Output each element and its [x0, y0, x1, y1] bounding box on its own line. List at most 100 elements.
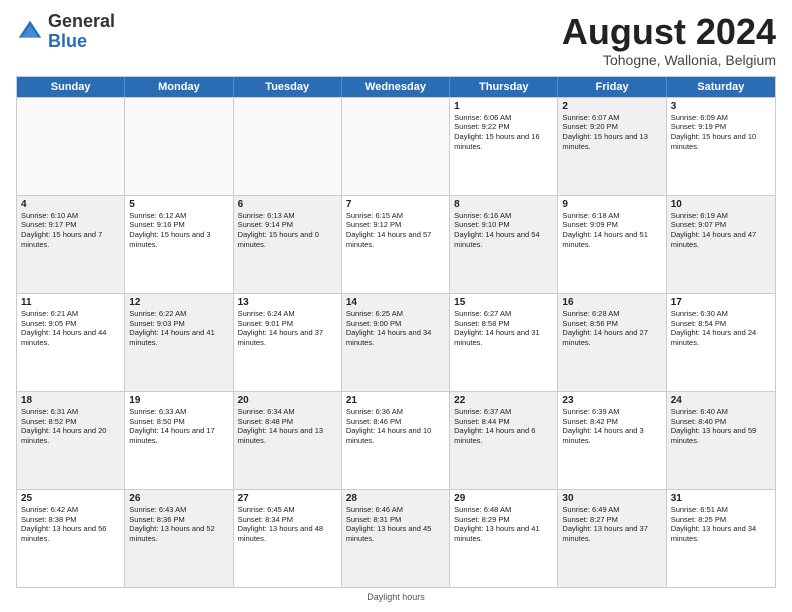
sunrise: Sunrise: 6:37 AM — [454, 407, 553, 417]
cal-cell: 31 Sunrise: 6:51 AM Sunset: 8:25 PM Dayl… — [667, 490, 775, 587]
daylight: Daylight: 14 hours and 54 minutes. — [454, 230, 553, 250]
cal-cell: 27 Sunrise: 6:45 AM Sunset: 8:34 PM Dayl… — [234, 490, 342, 587]
cal-cell: 20 Sunrise: 6:34 AM Sunset: 8:48 PM Dayl… — [234, 392, 342, 489]
sunrise: Sunrise: 6:09 AM — [671, 113, 771, 123]
sunset: Sunset: 9:14 PM — [238, 220, 337, 230]
daylight: Daylight: 13 hours and 48 minutes. — [238, 524, 337, 544]
sunrise: Sunrise: 6:42 AM — [21, 505, 120, 515]
day-header-sunday: Sunday — [17, 77, 125, 97]
day-number: 27 — [238, 493, 337, 504]
sunrise: Sunrise: 6:19 AM — [671, 211, 771, 221]
day-number: 22 — [454, 395, 553, 406]
daylight: Daylight: 15 hours and 16 minutes. — [454, 132, 553, 152]
day-number: 1 — [454, 101, 553, 112]
cal-cell: 11 Sunrise: 6:21 AM Sunset: 9:05 PM Dayl… — [17, 294, 125, 391]
sunset: Sunset: 9:05 PM — [21, 319, 120, 329]
cal-cell: 16 Sunrise: 6:28 AM Sunset: 8:56 PM Dayl… — [558, 294, 666, 391]
sunrise: Sunrise: 6:06 AM — [454, 113, 553, 123]
cal-cell: 10 Sunrise: 6:19 AM Sunset: 9:07 PM Dayl… — [667, 196, 775, 293]
cal-cell: 3 Sunrise: 6:09 AM Sunset: 9:19 PM Dayli… — [667, 98, 775, 195]
day-number: 19 — [129, 395, 228, 406]
daylight: Daylight: 14 hours and 47 minutes. — [671, 230, 771, 250]
daylight: Daylight: 14 hours and 31 minutes. — [454, 328, 553, 348]
day-number: 20 — [238, 395, 337, 406]
sunrise: Sunrise: 6:21 AM — [21, 309, 120, 319]
day-number: 9 — [562, 199, 661, 210]
day-number: 10 — [671, 199, 771, 210]
cal-cell: 28 Sunrise: 6:46 AM Sunset: 8:31 PM Dayl… — [342, 490, 450, 587]
cal-cell: 26 Sunrise: 6:43 AM Sunset: 8:36 PM Dayl… — [125, 490, 233, 587]
cal-row: 11 Sunrise: 6:21 AM Sunset: 9:05 PM Dayl… — [17, 293, 775, 391]
daylight: Daylight: 15 hours and 13 minutes. — [562, 132, 661, 152]
daylight: Daylight: 13 hours and 41 minutes. — [454, 524, 553, 544]
sunset: Sunset: 9:12 PM — [346, 220, 445, 230]
sunrise: Sunrise: 6:51 AM — [671, 505, 771, 515]
daylight: Daylight: 14 hours and 34 minutes. — [346, 328, 445, 348]
daylight: Daylight: 13 hours and 45 minutes. — [346, 524, 445, 544]
calendar: SundayMondayTuesdayWednesdayThursdayFrid… — [16, 76, 776, 588]
sunrise: Sunrise: 6:25 AM — [346, 309, 445, 319]
sunset: Sunset: 8:54 PM — [671, 319, 771, 329]
sunset: Sunset: 9:01 PM — [238, 319, 337, 329]
daylight: Daylight: 15 hours and 10 minutes. — [671, 132, 771, 152]
day-number: 18 — [21, 395, 120, 406]
cal-cell: 29 Sunrise: 6:48 AM Sunset: 8:29 PM Dayl… — [450, 490, 558, 587]
cal-cell: 7 Sunrise: 6:15 AM Sunset: 9:12 PM Dayli… — [342, 196, 450, 293]
sunrise: Sunrise: 6:15 AM — [346, 211, 445, 221]
day-number: 28 — [346, 493, 445, 504]
sunrise: Sunrise: 6:43 AM — [129, 505, 228, 515]
day-number: 14 — [346, 297, 445, 308]
sunrise: Sunrise: 6:36 AM — [346, 407, 445, 417]
cal-cell: 24 Sunrise: 6:40 AM Sunset: 8:40 PM Dayl… — [667, 392, 775, 489]
cal-cell — [125, 98, 233, 195]
sunrise: Sunrise: 6:39 AM — [562, 407, 661, 417]
day-number: 17 — [671, 297, 771, 308]
day-number: 24 — [671, 395, 771, 406]
day-number: 15 — [454, 297, 553, 308]
day-number: 16 — [562, 297, 661, 308]
day-number: 31 — [671, 493, 771, 504]
sunset: Sunset: 8:25 PM — [671, 515, 771, 525]
cal-cell: 13 Sunrise: 6:24 AM Sunset: 9:01 PM Dayl… — [234, 294, 342, 391]
daylight: Daylight: 14 hours and 57 minutes. — [346, 230, 445, 250]
day-number: 7 — [346, 199, 445, 210]
cal-cell: 19 Sunrise: 6:33 AM Sunset: 8:50 PM Dayl… — [125, 392, 233, 489]
cal-cell: 23 Sunrise: 6:39 AM Sunset: 8:42 PM Dayl… — [558, 392, 666, 489]
sunrise: Sunrise: 6:45 AM — [238, 505, 337, 515]
daylight: Daylight: 14 hours and 41 minutes. — [129, 328, 228, 348]
cal-cell: 12 Sunrise: 6:22 AM Sunset: 9:03 PM Dayl… — [125, 294, 233, 391]
daylight: Daylight: 15 hours and 7 minutes. — [21, 230, 120, 250]
sunset: Sunset: 9:07 PM — [671, 220, 771, 230]
sunset: Sunset: 9:17 PM — [21, 220, 120, 230]
sunrise: Sunrise: 6:24 AM — [238, 309, 337, 319]
calendar-header: SundayMondayTuesdayWednesdayThursdayFrid… — [17, 77, 775, 97]
day-number: 29 — [454, 493, 553, 504]
sunset: Sunset: 9:09 PM — [562, 220, 661, 230]
daylight: Daylight: 14 hours and 27 minutes. — [562, 328, 661, 348]
day-number: 8 — [454, 199, 553, 210]
sunset: Sunset: 8:48 PM — [238, 417, 337, 427]
sunrise: Sunrise: 6:30 AM — [671, 309, 771, 319]
cal-cell: 22 Sunrise: 6:37 AM Sunset: 8:44 PM Dayl… — [450, 392, 558, 489]
logo: General Blue — [16, 12, 115, 52]
month-title: August 2024 — [562, 12, 776, 52]
sunset: Sunset: 8:44 PM — [454, 417, 553, 427]
day-number: 26 — [129, 493, 228, 504]
cal-cell: 18 Sunrise: 6:31 AM Sunset: 8:52 PM Dayl… — [17, 392, 125, 489]
cal-cell: 1 Sunrise: 6:06 AM Sunset: 9:22 PM Dayli… — [450, 98, 558, 195]
sunrise: Sunrise: 6:33 AM — [129, 407, 228, 417]
sunset: Sunset: 8:42 PM — [562, 417, 661, 427]
sunrise: Sunrise: 6:13 AM — [238, 211, 337, 221]
day-number: 4 — [21, 199, 120, 210]
daylight: Daylight: 13 hours and 34 minutes. — [671, 524, 771, 544]
sunset: Sunset: 9:16 PM — [129, 220, 228, 230]
cal-cell: 25 Sunrise: 6:42 AM Sunset: 8:38 PM Dayl… — [17, 490, 125, 587]
sunrise: Sunrise: 6:10 AM — [21, 211, 120, 221]
daylight: Daylight: 14 hours and 44 minutes. — [21, 328, 120, 348]
cal-cell: 14 Sunrise: 6:25 AM Sunset: 9:00 PM Dayl… — [342, 294, 450, 391]
header: General Blue August 2024 Tohogne, Wallon… — [16, 12, 776, 68]
sunset: Sunset: 8:50 PM — [129, 417, 228, 427]
sunset: Sunset: 9:10 PM — [454, 220, 553, 230]
daylight: Daylight: 14 hours and 51 minutes. — [562, 230, 661, 250]
sunrise: Sunrise: 6:31 AM — [21, 407, 120, 417]
